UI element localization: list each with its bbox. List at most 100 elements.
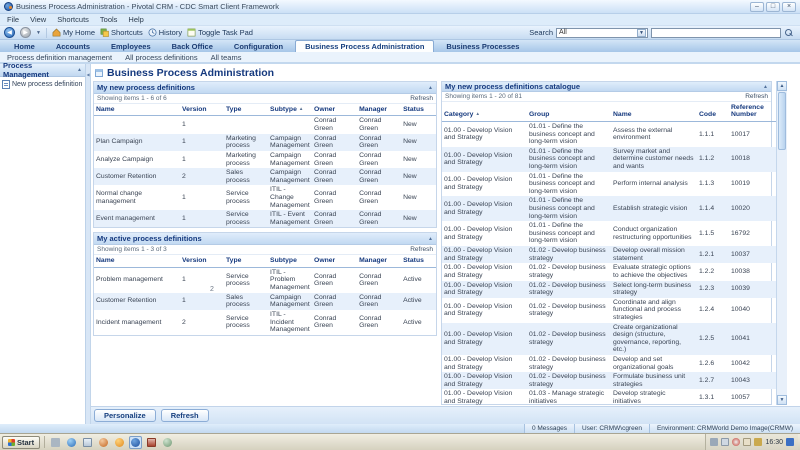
table-row[interactable]: 01.00 - Develop Vision and Strategy01.02… (442, 372, 777, 389)
back-button[interactable]: ◀ (4, 27, 15, 38)
tab-employees[interactable]: Employees (102, 41, 160, 52)
quick-launch-icon-5[interactable] (113, 436, 126, 449)
taskbar-app-pivotal-crm[interactable] (129, 436, 142, 449)
taskbar-clock[interactable]: 16:30 (765, 439, 783, 446)
table-row[interactable]: Incident management2Service processITIL … (94, 310, 436, 335)
column-header-status[interactable]: Status (401, 255, 436, 267)
shortcuts-button[interactable]: Shortcuts (100, 28, 143, 37)
column-header-owner[interactable]: Owner (312, 104, 357, 116)
column-header-subtype[interactable]: Subtype (268, 255, 312, 267)
table-row[interactable]: Plan Campaign1Marketing processCampaign … (94, 134, 436, 151)
column-header-type[interactable]: Type (224, 104, 268, 116)
column-header-name[interactable]: Name (94, 255, 180, 267)
quick-launch-icon-2[interactable] (65, 436, 78, 449)
table-row[interactable]: 01.00 - Develop Vision and Strategy01.02… (442, 323, 777, 355)
forward-button[interactable]: ▶ (20, 27, 31, 38)
column-header-group[interactable]: Group (527, 102, 611, 121)
tab-accounts[interactable]: Accounts (47, 41, 99, 52)
table-row[interactable]: 01.00 - Develop Vision and Strategy01.02… (442, 246, 777, 263)
column-header-manager[interactable]: Manager (357, 104, 401, 116)
scroll-down-icon[interactable]: ▼ (777, 395, 787, 405)
tray-icon-6[interactable] (786, 438, 794, 446)
column-header-type[interactable]: Type (224, 255, 268, 267)
refresh-link[interactable]: Refresh (410, 95, 433, 102)
table-row[interactable]: Normal change management1Service process… (94, 185, 436, 210)
close-button[interactable]: × (782, 2, 796, 12)
subtab-all-process-definitions[interactable]: All process definitions (125, 53, 198, 62)
tray-icon-2[interactable] (721, 438, 729, 446)
taskbar-app-icon-2[interactable] (145, 436, 158, 449)
personalize-button[interactable]: Personalize (94, 409, 156, 422)
table-row[interactable]: 01.00 - Develop Vision and Strategy01.02… (442, 298, 777, 323)
table-cell: 2 (180, 310, 224, 335)
maximize-button[interactable]: □ (766, 2, 780, 12)
panel-collapse-icon[interactable]: ▲ (763, 84, 768, 90)
column-header-subtype[interactable]: Subtype▲ (268, 104, 312, 116)
table-row[interactable]: 01.00 - Develop Vision and Strategy01.01… (442, 121, 777, 146)
tab-business-processes[interactable]: Business Processes (437, 41, 528, 52)
nav-history-dropdown-icon[interactable]: ▼ (36, 30, 41, 36)
column-header-code[interactable]: Code (697, 102, 729, 121)
refresh-link[interactable]: Refresh (745, 93, 768, 100)
column-header-name[interactable]: Name (611, 102, 697, 121)
table-row[interactable]: 1Conrad GreenConrad GreenNew (94, 116, 436, 134)
panel-collapse-icon[interactable]: ▲ (428, 85, 433, 91)
search-input[interactable] (651, 28, 781, 38)
tray-icon-3[interactable] (732, 438, 740, 446)
tab-home[interactable]: Home (5, 41, 44, 52)
table-row[interactable]: 01.00 - Develop Vision and Strategy01.02… (442, 281, 777, 298)
column-header-manager[interactable]: Manager (357, 255, 401, 267)
column-header-version[interactable]: Version (180, 255, 224, 267)
messages-status[interactable]: 0 Messages (524, 424, 574, 433)
menu-file[interactable]: File (7, 15, 19, 24)
table-row[interactable]: Customer Retention1Sales processCampaign… (94, 293, 436, 310)
tab-configuration[interactable]: Configuration (225, 41, 292, 52)
history-button[interactable]: History (148, 28, 182, 37)
toggle-task-pad-button[interactable]: Toggle Task Pad (187, 28, 253, 37)
table-row[interactable]: Customer Retention2Sales processCampaign… (94, 168, 436, 185)
column-header-reference-number[interactable]: Reference Number (729, 102, 777, 121)
menu-shortcuts[interactable]: Shortcuts (57, 15, 89, 24)
table-row[interactable]: 01.00 - Develop Vision and Strategy01.01… (442, 172, 777, 197)
quick-launch-icon-1[interactable] (49, 436, 62, 449)
scrollbar-thumb[interactable] (778, 92, 786, 150)
tray-icon-4[interactable] (743, 438, 751, 446)
column-header-category[interactable]: Category▲ (442, 102, 527, 121)
minimize-button[interactable]: – (750, 2, 764, 12)
vertical-scrollbar[interactable]: ▲ ▼ (776, 81, 787, 405)
column-header-owner[interactable]: Owner (312, 255, 357, 267)
column-header-name[interactable]: Name (94, 104, 180, 116)
start-button[interactable]: Start (2, 436, 40, 449)
taskbar-app-icon-3[interactable] (161, 436, 174, 449)
search-scope-dropdown[interactable]: All ▼ (556, 28, 648, 38)
sidebar-item-new-process-definition[interactable]: New process definition (0, 77, 85, 92)
column-header-version[interactable]: Version (180, 104, 224, 116)
tray-icon-1[interactable] (710, 438, 718, 446)
table-row[interactable]: 01.00 - Develop Vision and Strategy01.01… (442, 147, 777, 172)
panel-collapse-icon[interactable]: ▲ (428, 236, 433, 242)
quick-launch-icon-4[interactable] (97, 436, 110, 449)
table-row[interactable]: Event management1Service processITIL - E… (94, 210, 436, 227)
quick-launch-icon-3[interactable] (81, 436, 94, 449)
menu-help[interactable]: Help (128, 15, 143, 24)
tray-icon-5[interactable] (754, 438, 762, 446)
table-row[interactable]: 01.00 - Develop Vision and Strategy01.01… (442, 221, 777, 246)
table-row[interactable]: 01.00 - Develop Vision and Strategy01.01… (442, 196, 777, 221)
table-row[interactable]: 01.00 - Develop Vision and Strategy01.03… (442, 389, 777, 406)
collapse-icon[interactable]: ▲ (77, 67, 82, 73)
menu-tools[interactable]: Tools (100, 15, 118, 24)
table-row[interactable]: 01.00 - Develop Vision and Strategy01.02… (442, 263, 777, 280)
column-header-status[interactable]: Status (401, 104, 436, 116)
menu-view[interactable]: View (30, 15, 46, 24)
my-home-button[interactable]: My Home (52, 28, 95, 37)
table-row[interactable]: Analyze Campaign1Marketing processCampai… (94, 151, 436, 168)
tab-back-office[interactable]: Back Office (163, 41, 222, 52)
subtab-all-teams[interactable]: All teams (211, 53, 242, 62)
refresh-button[interactable]: Refresh (161, 409, 209, 422)
refresh-link[interactable]: Refresh (410, 246, 433, 253)
table-row[interactable]: Problem management1Service processITIL -… (94, 267, 436, 292)
tab-business-process-administration[interactable]: Business Process Administration (295, 40, 434, 52)
table-row[interactable]: 01.00 - Develop Vision and Strategy01.02… (442, 355, 777, 372)
scroll-up-icon[interactable]: ▲ (777, 81, 787, 91)
search-icon[interactable] (784, 28, 793, 37)
